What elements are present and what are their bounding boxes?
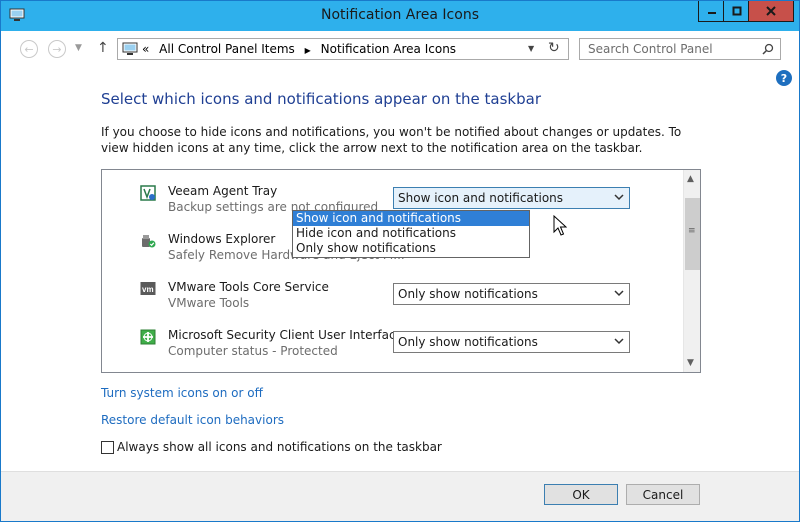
behavior-dropdown-list[interactable]: Show icon and notifications Hide icon an… [292, 210, 530, 258]
dropdown-option[interactable]: Hide icon and notifications [293, 226, 529, 241]
up-button[interactable]: ↑ [97, 40, 109, 56]
restore-defaults-link[interactable]: Restore default icon behaviors [101, 413, 284, 427]
chevron-down-icon [614, 290, 624, 297]
veeam-icon [140, 185, 156, 201]
breadcrumb-all-control-panel-items[interactable]: All Control Panel Items [159, 42, 295, 56]
chevron-down-icon [614, 194, 624, 201]
icon-behavior-list[interactable]: Veeam Agent Tray Backup settings are not… [101, 169, 701, 373]
back-arrow-icon: ← [24, 42, 34, 56]
back-button[interactable]: ← [20, 40, 38, 58]
address-dropdown-button[interactable]: ▼ [528, 44, 534, 53]
list-item: Microsoft Security Client User Interface… [140, 328, 660, 372]
title-bar[interactable]: Notification Area Icons [1, 1, 799, 31]
search-input[interactable] [588, 42, 758, 56]
item-name: Microsoft Security Client User Interface [168, 328, 403, 342]
minimize-icon [707, 12, 716, 14]
behavior-select[interactable]: Only show notifications [393, 283, 630, 305]
search-box[interactable] [579, 38, 781, 60]
breadcrumb-notification-area-icons[interactable]: Notification Area Icons [321, 42, 456, 56]
item-name: VMware Tools Core Service [168, 280, 329, 294]
item-name: Windows Explorer [168, 232, 276, 246]
list-scrollbar[interactable]: ▲ ≡ ▼ [683, 170, 700, 372]
page-description: If you choose to hide icons and notifica… [101, 125, 682, 155]
scroll-thumb[interactable]: ≡ [685, 198, 700, 270]
safely-remove-icon [142, 235, 156, 248]
security-client-icon [140, 329, 156, 345]
navigation-bar: ← → ▼ ↑ « All Control Panel Items ▶ Noti… [1, 31, 799, 69]
control-panel-icon [122, 42, 138, 55]
vmware-icon: vm [140, 282, 156, 295]
recent-locations-dropdown[interactable]: ▼ [75, 43, 82, 53]
page-title: Select which icons and notifications app… [101, 90, 541, 108]
behavior-select[interactable]: Only show notifications [393, 331, 630, 353]
list-item: vm VMware Tools Core Service VMware Tool… [140, 280, 660, 324]
checkbox-box[interactable] [101, 441, 114, 454]
help-button[interactable]: ? [776, 70, 792, 86]
forward-button[interactable]: → [48, 40, 66, 58]
item-subtitle: Computer status - Protected [168, 344, 338, 358]
dropdown-option[interactable]: Show icon and notifications [293, 211, 529, 226]
search-icon[interactable] [762, 43, 774, 55]
grip-icon: ≡ [688, 226, 696, 236]
behavior-select-value: Only show notifications [398, 287, 538, 301]
close-icon [766, 6, 776, 16]
breadcrumb-separator[interactable]: ▶ [305, 46, 311, 55]
close-button[interactable] [748, 1, 794, 22]
behavior-select-value: Only show notifications [398, 335, 538, 349]
cancel-button[interactable]: Cancel [626, 484, 700, 505]
scroll-down-icon[interactable]: ▼ [687, 358, 694, 368]
refresh-icon: ↻ [548, 40, 560, 56]
chevron-down-icon [614, 338, 624, 345]
dialog-footer: OK Cancel [1, 471, 799, 521]
up-arrow-icon: ↑ [97, 40, 109, 56]
maximize-button[interactable] [723, 1, 749, 22]
behavior-select[interactable]: Show icon and notifications [393, 187, 630, 209]
window: Notification Area Icons ← → ▼ ↑ « All Co… [0, 0, 800, 522]
svg-text:vm: vm [142, 285, 154, 294]
minimize-button[interactable] [698, 1, 724, 22]
forward-arrow-icon: → [52, 42, 62, 56]
mouse-cursor-icon [553, 215, 567, 236]
address-bar[interactable]: « All Control Panel Items ▶ Notification… [117, 38, 569, 60]
item-name: Veeam Agent Tray [168, 184, 278, 198]
refresh-button[interactable]: ↻ [548, 40, 560, 56]
turn-system-icons-link[interactable]: Turn system icons on or off [101, 386, 263, 400]
chevron-down-icon: ▼ [528, 44, 535, 53]
chevron-down-icon: ▼ [75, 43, 82, 53]
breadcrumb-overflow[interactable]: « [142, 42, 149, 56]
always-show-label[interactable]: Always show all icons and notifications … [117, 440, 442, 454]
behavior-select-value: Show icon and notifications [398, 191, 564, 205]
maximize-icon [732, 6, 741, 16]
window-title: Notification Area Icons [320, 7, 479, 23]
scroll-up-icon[interactable]: ▲ [687, 174, 694, 184]
item-subtitle: VMware Tools [168, 296, 250, 310]
dropdown-option[interactable]: Only show notifications [293, 241, 529, 256]
ok-button[interactable]: OK [544, 484, 618, 505]
